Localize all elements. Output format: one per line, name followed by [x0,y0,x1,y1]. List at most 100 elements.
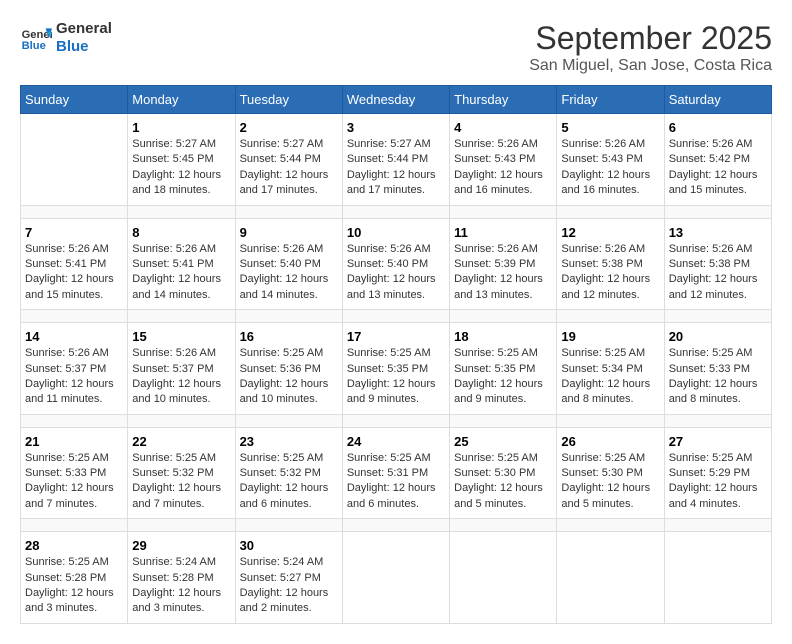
day-info: Sunrise: 5:26 AM Sunset: 5:41 PM Dayligh… [25,242,123,304]
day-number: 11 [454,225,552,240]
day-info: Sunrise: 5:27 AM Sunset: 5:45 PM Dayligh… [132,137,230,199]
calendar-cell: 20Sunrise: 5:25 AM Sunset: 5:33 PM Dayli… [664,323,771,415]
calendar-week-row: 14Sunrise: 5:26 AM Sunset: 5:37 PM Dayli… [21,323,772,415]
day-info: Sunrise: 5:26 AM Sunset: 5:41 PM Dayligh… [132,242,230,304]
spacer-cell [128,310,235,323]
calendar-cell: 24Sunrise: 5:25 AM Sunset: 5:31 PM Dayli… [342,427,449,519]
day-number: 20 [669,329,767,344]
day-info: Sunrise: 5:25 AM Sunset: 5:35 PM Dayligh… [347,346,445,408]
title-area: September 2025 San Miguel, San Jose, Cos… [529,20,772,75]
day-number: 7 [25,225,123,240]
calendar-week-row: 28Sunrise: 5:25 AM Sunset: 5:28 PM Dayli… [21,532,772,624]
logo-icon: General Blue [20,22,52,54]
day-info: Sunrise: 5:26 AM Sunset: 5:43 PM Dayligh… [561,137,659,199]
calendar-cell: 28Sunrise: 5:25 AM Sunset: 5:28 PM Dayli… [21,532,128,624]
calendar-cell: 11 Sunrise: 5:26 AM Sunset: 5:39 PM Dayli… [450,218,557,310]
calendar-week-row: 1 Sunrise: 5:27 AM Sunset: 5:45 PM Daylig… [21,114,772,206]
calendar-table: SundayMondayTuesdayWednesdayThursdayFrid… [20,85,772,624]
calendar-cell: 25Sunrise: 5:25 AM Sunset: 5:30 PM Dayli… [450,427,557,519]
day-info: Sunrise: 5:25 AM Sunset: 5:30 PM Dayligh… [561,451,659,513]
weekday-header: Tuesday [235,86,342,114]
day-number: 29 [132,538,230,553]
spacer-cell [557,519,664,532]
calendar-cell: 3Sunrise: 5:27 AM Sunset: 5:44 PM Daylig… [342,114,449,206]
day-number: 10 [347,225,445,240]
weekday-header: Friday [557,86,664,114]
day-info: Sunrise: 5:25 AM Sunset: 5:36 PM Dayligh… [240,346,338,408]
calendar-cell: 12Sunrise: 5:26 AM Sunset: 5:38 PM Dayli… [557,218,664,310]
spacer-cell [342,414,449,427]
spacer-row [21,414,772,427]
spacer-cell [235,519,342,532]
spacer-cell [128,519,235,532]
weekday-header: Wednesday [342,86,449,114]
day-number: 5 [561,120,659,135]
day-number: 17 [347,329,445,344]
day-info: Sunrise: 5:24 AM Sunset: 5:28 PM Dayligh… [132,555,230,617]
day-info: Sunrise: 5:26 AM Sunset: 5:40 PM Dayligh… [240,242,338,304]
day-number: 28 [25,538,123,553]
spacer-cell [664,205,771,218]
logo-blue: Blue [56,38,112,56]
calendar-cell: 2Sunrise: 5:27 AM Sunset: 5:44 PM Daylig… [235,114,342,206]
calendar-cell: 7 Sunrise: 5:26 AM Sunset: 5:41 PM Daylig… [21,218,128,310]
spacer-cell [21,519,128,532]
calendar-cell: 15 Sunrise: 5:26 AM Sunset: 5:37 PM Dayli… [128,323,235,415]
day-info: Sunrise: 5:25 AM Sunset: 5:31 PM Dayligh… [347,451,445,513]
day-number: 30 [240,538,338,553]
spacer-cell [235,310,342,323]
calendar-cell [342,532,449,624]
day-number: 21 [25,434,123,449]
spacer-cell [342,310,449,323]
spacer-cell [21,414,128,427]
page-header: General Blue General Blue September 2025… [20,20,772,75]
day-info: Sunrise: 5:25 AM Sunset: 5:35 PM Dayligh… [454,346,552,408]
calendar-cell: 14Sunrise: 5:26 AM Sunset: 5:37 PM Dayli… [21,323,128,415]
spacer-cell [128,205,235,218]
day-number: 12 [561,225,659,240]
day-number: 22 [132,434,230,449]
day-number: 26 [561,434,659,449]
month-title: September 2025 [529,20,772,57]
day-info: Sunrise: 5:26 AM Sunset: 5:39 PM Dayligh… [454,242,552,304]
spacer-row [21,519,772,532]
calendar-cell: 26 Sunrise: 5:25 AM Sunset: 5:30 PM Dayli… [557,427,664,519]
calendar-cell: 5 Sunrise: 5:26 AM Sunset: 5:43 PM Daylig… [557,114,664,206]
spacer-cell [450,205,557,218]
day-number: 13 [669,225,767,240]
svg-text:Blue: Blue [22,40,46,52]
calendar-cell: 18 Sunrise: 5:25 AM Sunset: 5:35 PM Dayli… [450,323,557,415]
day-info: Sunrise: 5:25 AM Sunset: 5:33 PM Dayligh… [25,451,123,513]
weekday-header: Thursday [450,86,557,114]
day-info: Sunrise: 5:25 AM Sunset: 5:32 PM Dayligh… [132,451,230,513]
spacer-cell [450,310,557,323]
day-info: Sunrise: 5:26 AM Sunset: 5:38 PM Dayligh… [669,242,767,304]
calendar-cell: 19Sunrise: 5:25 AM Sunset: 5:34 PM Dayli… [557,323,664,415]
spacer-cell [21,205,128,218]
day-number: 18 [454,329,552,344]
calendar-cell: 16Sunrise: 5:25 AM Sunset: 5:36 PM Dayli… [235,323,342,415]
weekday-header: Monday [128,86,235,114]
calendar-cell: 8 Sunrise: 5:26 AM Sunset: 5:41 PM Daylig… [128,218,235,310]
day-info: Sunrise: 5:27 AM Sunset: 5:44 PM Dayligh… [347,137,445,199]
day-info: Sunrise: 5:26 AM Sunset: 5:37 PM Dayligh… [132,346,230,408]
weekday-header: Sunday [21,86,128,114]
day-number: 15 [132,329,230,344]
spacer-cell [664,414,771,427]
spacer-cell [450,519,557,532]
spacer-cell [21,310,128,323]
day-info: Sunrise: 5:26 AM Sunset: 5:37 PM Dayligh… [25,346,123,408]
calendar-cell: 17 Sunrise: 5:25 AM Sunset: 5:35 PM Dayli… [342,323,449,415]
day-number: 8 [132,225,230,240]
day-info: Sunrise: 5:26 AM Sunset: 5:42 PM Dayligh… [669,137,767,199]
day-number: 9 [240,225,338,240]
weekday-header: Saturday [664,86,771,114]
spacer-cell [664,310,771,323]
calendar-cell: 21 Sunrise: 5:25 AM Sunset: 5:33 PM Dayli… [21,427,128,519]
spacer-cell [557,205,664,218]
calendar-cell [21,114,128,206]
day-number: 25 [454,434,552,449]
spacer-cell [128,414,235,427]
day-number: 1 [132,120,230,135]
day-number: 2 [240,120,338,135]
